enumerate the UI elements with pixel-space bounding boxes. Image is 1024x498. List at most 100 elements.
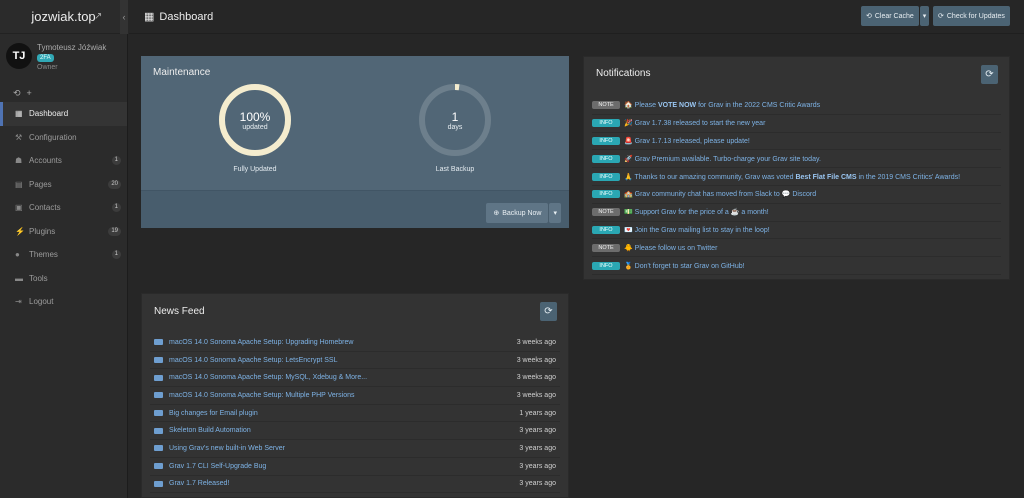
news-title[interactable]: Using Grav's new built-in Web Server <box>169 445 519 452</box>
avatar[interactable]: TJ <box>6 43 32 69</box>
backup-label: Last Backup <box>435 166 475 173</box>
news-title[interactable]: Grav 1.7 Released! <box>169 480 519 487</box>
collapse-sidebar-handle[interactable]: ‹ <box>120 0 128 34</box>
refresh-icon[interactable]: ⟲ <box>13 88 21 99</box>
notification-text[interactable]: 🏠 Please VOTE NOW for Grav in the 2022 C… <box>624 101 820 109</box>
caret-down-icon: ▾ <box>922 13 927 20</box>
news-title[interactable]: Grav 1.7 CLI Self-Upgrade Bug <box>169 463 519 470</box>
file-icon: ▤ <box>15 179 23 189</box>
notification-text[interactable]: 🏫 Grav community chat has moved from Sla… <box>624 190 816 198</box>
backup-dropdown[interactable]: ▾ <box>549 203 561 223</box>
notification-type-badge: INFO <box>592 154 620 163</box>
user-name: Tymoteusz Jóźwiak <box>37 43 107 52</box>
notification-type-badge: INFO <box>592 225 620 234</box>
sidebar-item-dashboard[interactable]: ▦ Dashboard <box>0 102 127 126</box>
notification-item[interactable]: INFO 🏫 Grav community chat has moved from… <box>592 186 1001 204</box>
briefcase-icon: ▬ <box>15 273 23 283</box>
sidebar-item-plugins[interactable]: ⚡ Plugins 19 <box>0 220 127 244</box>
clear-cache-dropdown[interactable]: ▾ <box>919 6 930 26</box>
logout-icon: ⇥ <box>15 297 22 307</box>
news-title[interactable]: macOS 14.0 Sonoma Apache Setup: LetsEncr… <box>169 357 517 364</box>
notification-item[interactable]: INFO 🙏 Thanks to our amazing community, G… <box>592 168 1001 186</box>
life-ring-icon: ⊕ <box>493 210 500 217</box>
notification-item[interactable]: NOTE 🏠 Please VOTE NOW for Grav in the 20… <box>592 97 1001 115</box>
news-item[interactable]: macOS 14.0 Sonoma Apache Setup: Upgradin… <box>150 334 560 352</box>
news-title[interactable]: Big changes for Email plugin <box>169 410 519 417</box>
news-title[interactable]: Skeleton Build Automation <box>169 427 519 434</box>
clear-cache-group: ⟲ Clear Cache ▾ <box>861 6 930 26</box>
sidebar-item-configuration[interactable]: ⚒ Configuration <box>0 126 127 150</box>
sidebar-item-label: Configuration <box>29 132 77 142</box>
notification-text[interactable]: 💵 Support Grav for the price of a ☕ a mo… <box>624 208 769 216</box>
news-item[interactable]: macOS 14.0 Sonoma Apache Setup: MySQL, X… <box>150 369 560 388</box>
sidebar-item-accounts[interactable]: ☗ Accounts 1 <box>0 149 127 173</box>
dashboard-icon: ▦ <box>15 109 23 119</box>
notification-text[interactable]: 🚀 Grav Premium available. Turbo-charge y… <box>624 155 821 163</box>
users-icon: ☗ <box>15 156 23 166</box>
news-date: 3 years ago <box>519 462 556 470</box>
news-item[interactable]: Grav 1.7 Released! 3 years ago <box>150 476 560 494</box>
external-link-icon[interactable]: ↗ <box>94 11 102 22</box>
plus-icon[interactable]: + <box>27 88 32 99</box>
sidebar-header: jozwiak.top ↗ ‹ <box>0 0 128 34</box>
newspaper-icon <box>154 339 163 346</box>
accounts-count: 1 <box>111 156 121 166</box>
sidebar-item-contacts[interactable]: ▣ Contacts 1 <box>0 196 127 220</box>
sidebar-item-label: Pages <box>29 179 52 189</box>
news-title[interactable]: macOS 14.0 Sonoma Apache Setup: Multiple… <box>169 392 517 399</box>
sidebar-item-label: Logout <box>29 297 54 307</box>
notification-text[interactable]: 💌 Join the Grav mailing list to stay in … <box>624 226 770 234</box>
notifications-refresh-button[interactable]: ⟳ <box>981 65 998 84</box>
news-item[interactable]: Using Grav's new built-in Web Server 3 ye… <box>150 440 560 458</box>
news-date: 3 weeks ago <box>516 391 556 399</box>
news-feed-title: News Feed <box>154 306 205 317</box>
news-refresh-button[interactable]: ⟳ <box>540 302 557 321</box>
notification-type-badge: INFO <box>592 261 620 270</box>
news-item[interactable]: Grav 1.7 CLI Self-Upgrade Bug 3 years ago <box>150 458 560 476</box>
news-title[interactable]: macOS 14.0 Sonoma Apache Setup: MySQL, X… <box>169 374 517 381</box>
sidebar-item-themes[interactable]: ● Themes 1 <box>0 243 127 267</box>
clear-cache-button[interactable]: ⟲ Clear Cache <box>861 6 919 26</box>
backup-now-label: Backup Now <box>502 209 542 217</box>
notification-item[interactable]: INFO 🚀 Grav Premium available. Turbo-char… <box>592 150 1001 169</box>
newspaper-icon <box>154 463 163 470</box>
site-title[interactable]: jozwiak.top <box>31 9 95 24</box>
notification-text[interactable]: 🐥 Please follow us on Twitter <box>624 244 717 252</box>
notification-item[interactable]: NOTE 🐥 Please follow us on Twitter <box>592 239 1001 258</box>
news-item[interactable]: Skeleton Build Automation 3 years ago <box>150 422 560 441</box>
backup-now-button[interactable]: ⊕ Backup Now <box>486 203 549 223</box>
quick-icons: ⟲ + <box>13 88 32 99</box>
check-updates-label: Check for Updates <box>946 12 1005 20</box>
news-date: 3 years ago <box>519 480 556 488</box>
notification-text[interactable]: 🚨 Grav 1.7.13 released, please update! <box>624 137 750 145</box>
sidebar-item-pages[interactable]: ▤ Pages 20 <box>0 173 127 197</box>
notification-text[interactable]: 🏅 Don't forget to star Grav on GitHub! <box>624 262 745 270</box>
news-item[interactable]: macOS 14.0 Sonoma Apache Setup: Multiple… <box>150 387 560 405</box>
contacts-count: 1 <box>111 203 121 213</box>
news-item[interactable]: Big changes for Email plugin 1 years ago <box>150 405 560 423</box>
updated-unit: updated <box>242 124 268 131</box>
sidebar-item-logout[interactable]: ⇥ Logout <box>0 290 127 314</box>
news-date: 3 weeks ago <box>516 356 556 364</box>
news-item[interactable]: macOS 14.0 Sonoma Apache Setup: LetsEncr… <box>150 352 560 370</box>
notifications-title: Notifications <box>596 68 651 79</box>
plugins-count: 19 <box>108 226 121 236</box>
updated-label: Fully Updated <box>233 166 277 173</box>
sidebar-item-label: Tools <box>29 273 48 283</box>
notification-item[interactable]: INFO 🎉 Grav 1.7.38 released to start the … <box>592 115 1001 133</box>
newspaper-icon <box>154 427 163 434</box>
maintenance-body: Maintenance 100% updated Fully Updated 1… <box>141 56 569 190</box>
notification-item[interactable]: INFO 🚨 Grav 1.7.13 released, please updat… <box>592 133 1001 151</box>
notification-text[interactable]: 🙏 Thanks to our amazing community, Grav … <box>624 173 960 181</box>
clear-cache-label: Clear Cache <box>874 12 914 20</box>
news-title[interactable]: macOS 14.0 Sonoma Apache Setup: Upgradin… <box>169 339 517 346</box>
check-updates-button[interactable]: ⟳ Check for Updates <box>933 6 1010 26</box>
backup-button-group: ⊕ Backup Now ▾ <box>486 203 561 223</box>
backup-unit: days <box>447 124 463 131</box>
sidebar-item-label: Contacts <box>29 203 61 213</box>
notification-text[interactable]: 🎉 Grav 1.7.38 released to start the new … <box>624 119 765 127</box>
notification-item[interactable]: NOTE 💵 Support Grav for the price of a ☕ … <box>592 204 1001 222</box>
notification-item[interactable]: INFO 🏅 Don't forget to star Grav on GitHu… <box>592 257 1001 275</box>
sidebar-item-tools[interactable]: ▬ Tools <box>0 267 127 291</box>
notification-item[interactable]: INFO 💌 Join the Grav mailing list to stay… <box>592 222 1001 240</box>
